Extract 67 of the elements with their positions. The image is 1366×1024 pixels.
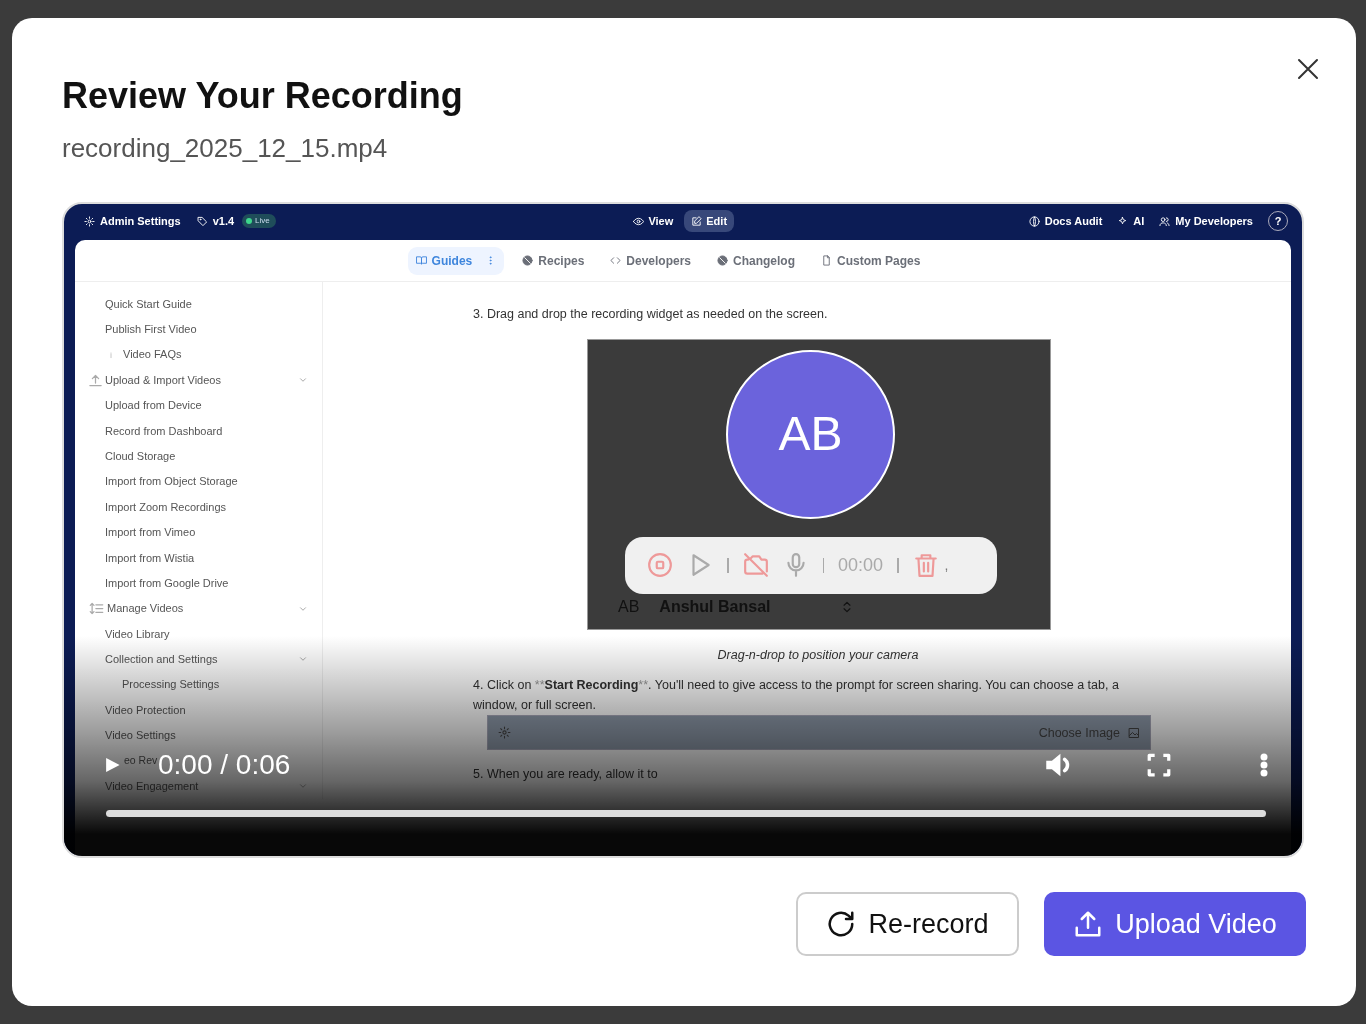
- timer: 00:00: [838, 553, 884, 577]
- upload-icon: [88, 372, 103, 388]
- nav-tab[interactable]: Recipes: [514, 246, 593, 275]
- nav-tab[interactable]: Developers: [602, 246, 700, 275]
- sidebar-item[interactable]: Video Protection: [105, 701, 186, 719]
- stop-icon: [647, 552, 673, 579]
- globe-icon: [1028, 215, 1040, 227]
- sort-list-icon: [88, 601, 105, 617]
- image-caption: Drag-n-drop to position your camera: [716, 646, 920, 664]
- time-display: 0:00 / 0:06: [158, 749, 291, 781]
- step-text: 4. Click on **Start Recording**. You'll need to give access to the prompt for screen sharing. You can choose a tab, a window, or full screen.: [473, 677, 1120, 714]
- nav-tab[interactable]: Custom Pages: [813, 246, 929, 275]
- topbar-link[interactable]: AI: [1117, 212, 1145, 230]
- avatar: AB: [726, 349, 895, 519]
- mode-tab[interactable]: View: [626, 209, 681, 233]
- admin-settings-link[interactable]: Admin Settings: [84, 212, 181, 230]
- code-icon: [610, 255, 622, 267]
- sidebar-item[interactable]: Video Settings: [105, 727, 176, 744]
- camera-off-icon: [742, 552, 769, 579]
- sidebar-item[interactable]: Video Library: [105, 625, 170, 643]
- tag-icon: [196, 215, 208, 227]
- sidebar-item[interactable]: Publish First Video: [105, 321, 197, 338]
- trash-icon: [912, 552, 939, 579]
- disc-icon: [522, 255, 534, 267]
- pencil-icon: [691, 215, 703, 227]
- gear-icon: [84, 215, 95, 227]
- sidebar-item[interactable]: Cloud Storage: [105, 447, 176, 465]
- dialog-title: Review Your Recording: [62, 74, 464, 118]
- file-icon: [821, 255, 833, 267]
- disc-icon: [717, 255, 729, 267]
- step-text: 5. When you are ready, allow it to: [473, 766, 658, 784]
- sidebar-item[interactable]: Import from Google Drive: [105, 574, 229, 592]
- fullscreen-button[interactable]: [1146, 752, 1172, 779]
- rerecord-button[interactable]: Re-record: [796, 892, 1019, 957]
- sidebar-item[interactable]: Import from Vimeo: [105, 524, 196, 541]
- progress-track[interactable]: [106, 810, 1266, 818]
- upload-icon: [1073, 909, 1104, 940]
- sidebar-item[interactable]: Quick Start Guide: [105, 295, 192, 313]
- sidebar-item[interactable]: Processing Settings: [122, 676, 220, 693]
- sidebar-item[interactable]: Import from Wistia: [105, 549, 195, 567]
- sidebar-item[interactable]: Upload from Device: [105, 397, 202, 414]
- sidebar-item[interactable]: Manage Videos: [107, 600, 184, 617]
- image-icon: [1128, 726, 1140, 739]
- topbar-link[interactable]: Docs Audit: [1028, 212, 1103, 230]
- step-text: 3. Drag and drop the recording widget as needed on the screen.: [473, 306, 829, 324]
- sidebar-item[interactable]: eo Rev: [124, 753, 158, 769]
- upload-button[interactable]: Upload Video: [1044, 892, 1306, 957]
- version-label: v1.4: [196, 212, 235, 230]
- topbar-link[interactable]: My Developers: [1159, 212, 1253, 230]
- users-icon: [1159, 215, 1171, 227]
- book-icon: [415, 255, 427, 267]
- gear-icon: [498, 726, 511, 740]
- file-name: recording_2025_12_15.mp4: [62, 132, 389, 166]
- mode-tab[interactable]: Edit: [684, 209, 735, 233]
- eye-icon: [633, 215, 645, 227]
- sidebar-item[interactable]: Collection and Settings: [105, 651, 218, 668]
- sparkle-icon: [1117, 215, 1129, 227]
- sidebar-item[interactable]: Import Zoom Recordings: [105, 498, 227, 516]
- nav-tab[interactable]: Changelog: [709, 246, 804, 275]
- close-button[interactable]: [1296, 56, 1320, 80]
- sidebar-item[interactable]: Video FAQs: [123, 346, 182, 363]
- widget-text: ,: [944, 555, 949, 575]
- sidebar-item[interactable]: Import from Object Storage: [105, 473, 238, 490]
- close-icon: [1296, 56, 1320, 81]
- status-badge: Live: [242, 214, 276, 229]
- sidebar-item[interactable]: Record from Dashboard: [105, 422, 223, 440]
- sidebar-item[interactable]: Upload & Import Videos: [105, 371, 221, 389]
